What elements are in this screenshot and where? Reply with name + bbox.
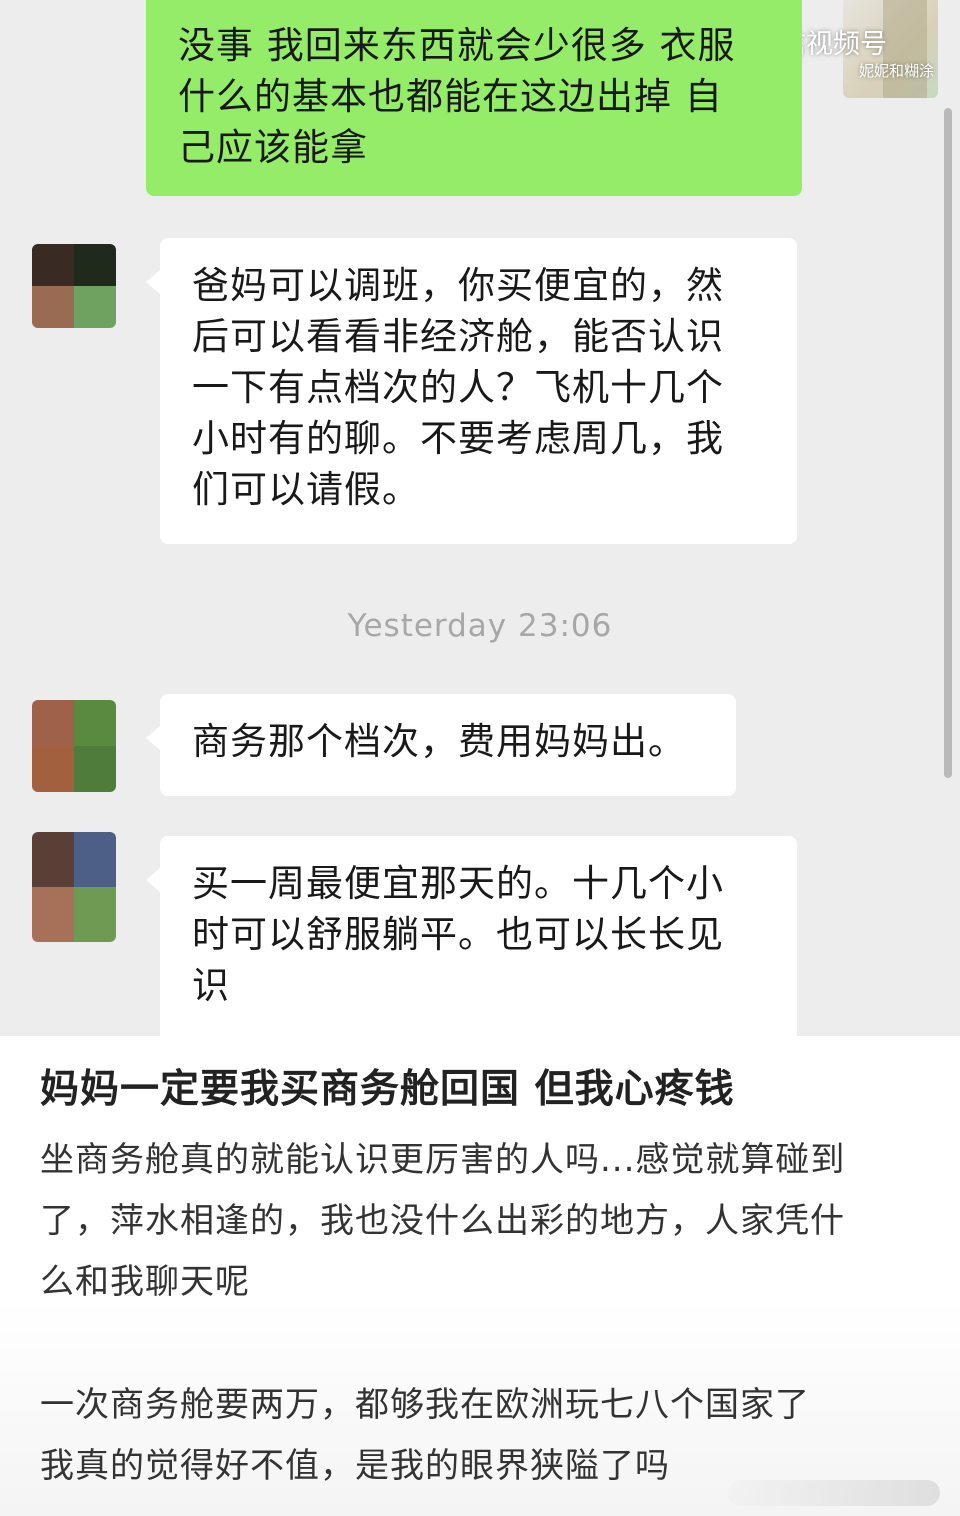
post-caption: 妈妈一定要我买商务舱回国 但我心疼钱 坐商务舱真的就能认识更厉害的人吗...感觉… (0, 1036, 960, 1516)
message-line: 们可以请假。 (192, 468, 420, 511)
message-line: 时可以舒服躺平。也可以长长见 (192, 913, 724, 956)
watermark-handle: 妮妮和糊涂 (858, 62, 934, 80)
contact-avatar[interactable] (32, 700, 116, 792)
message-line: 一下有点档次的人？飞机十几个 (192, 366, 724, 409)
faded-watermark (728, 1480, 940, 1506)
message-line: 买一周最便宜那天的。十几个小 (192, 862, 724, 905)
message-bubble-received[interactable]: 爸妈可以调班，你买便宜的，然 后可以看看非经济舱，能否认识 一下有点档次的人？飞… (146, 238, 797, 544)
post-line: 了，萍水相逢的，我也没什么出彩的地方，人家凭什 (40, 1201, 845, 1241)
message-line: 后可以看看非经济舱，能否认识 (192, 315, 724, 358)
message-bubble-received[interactable]: 商务那个档次，费用妈妈出。 (146, 694, 736, 796)
message-line: 爸妈可以调班，你买便宜的，然 (192, 264, 724, 307)
message-line: 没事 我回来东西就会少很多 衣服 (178, 24, 736, 67)
message-bubble-sent[interactable]: 没事 我回来东西就会少很多 衣服 什么的基本也都能在这边出掉 自 己应该能拿 (146, 0, 802, 196)
post-title: 妈妈一定要我买商务舱回国 但我心疼钱 (40, 1067, 735, 1112)
message-line: 什么的基本也都能在这边出掉 自 (178, 75, 723, 118)
message-line: 识 (192, 964, 230, 1007)
message-bubble-received[interactable]: 买一周最便宜那天的。十几个小 时可以舒服躺平。也可以长长见 识 (146, 836, 797, 1036)
message-line: 商务那个档次，费用妈妈出。 (192, 720, 686, 763)
post-line: 么和我聊天呢 (40, 1262, 250, 1302)
message-timestamp: Yesterday 23:06 (347, 608, 613, 644)
post-line: 坐商务舱真的就能认识更厉害的人吗...感觉就算碰到 (40, 1140, 846, 1180)
scrollbar[interactable] (944, 108, 952, 778)
message-line: 己应该能拿 (178, 126, 368, 169)
chat-area[interactable]: 微信视频号 妮妮和糊涂 没事 我回来东西就会少很多 衣服 什么的基本也都能在这边… (0, 0, 960, 1036)
message-line: 小时有的聊。不要考虑周几，我 (192, 417, 724, 460)
contact-avatar[interactable] (32, 832, 116, 942)
post-body: 坐商务舱真的就能认识更厉害的人吗...感觉就算碰到 了，萍水相逢的，我也没什么出… (40, 1130, 930, 1497)
post-line: 一次商务舱要两万，都够我在欧洲玩七八个国家了 (40, 1385, 810, 1425)
contact-avatar[interactable] (32, 244, 116, 328)
